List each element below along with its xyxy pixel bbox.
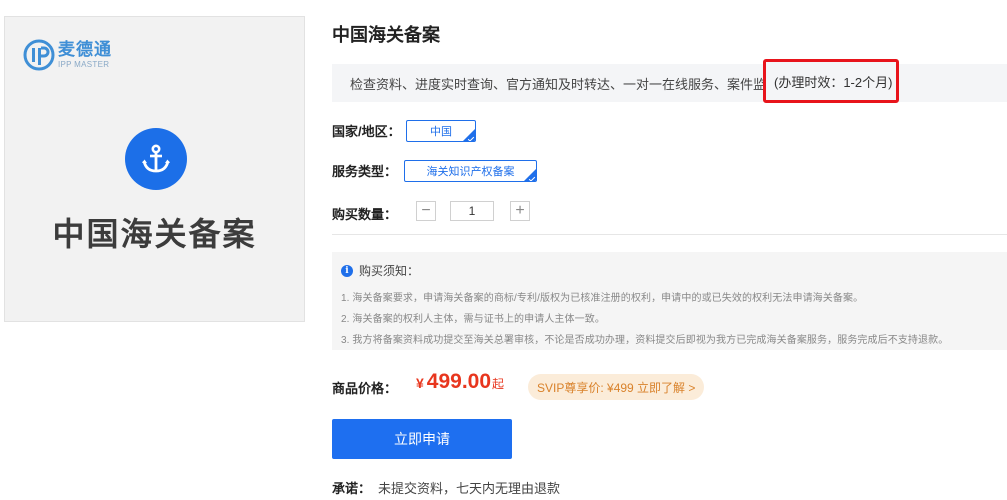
description-text: 检查资料、进度实时查询、官方通知及时转达、一对一在线服务、案件监控 xyxy=(350,76,780,92)
promise-text: 未提交资料，七天内无理由退款 xyxy=(378,481,561,496)
service-type-option[interactable]: 海关知识产权备案 xyxy=(404,160,537,182)
service-type-label: 服务类型： xyxy=(332,164,398,179)
anchor-badge xyxy=(125,128,187,190)
price-suffix: 起 xyxy=(492,377,505,391)
logo-name-cn: 麦德通 xyxy=(58,40,112,59)
product-image: 麦德通 IPP MASTER 中国海关备案 xyxy=(4,16,305,322)
brand-logo: 麦德通 IPP MASTER xyxy=(23,39,112,71)
country-option[interactable]: 中国 xyxy=(406,120,476,142)
logo-name-en: IPP MASTER xyxy=(58,60,110,69)
notice-line: 1. 海关备案要求，申请海关备案的商标/专利/版权为已核准注册的权利，申请中的或… xyxy=(341,293,864,304)
country-label: 国家/地区： xyxy=(332,124,401,139)
page-title: 中国海关备案 xyxy=(332,25,440,45)
price-label: 商品价格： xyxy=(332,381,398,396)
anchor-icon xyxy=(142,144,170,173)
image-title: 中国海关备案 xyxy=(52,216,257,252)
svip-price-link[interactable]: SVIP尊享价: ¥499 立即了解 > xyxy=(528,374,705,400)
quantity-decrease-button[interactable]: − xyxy=(416,201,436,221)
country-value: 中国 xyxy=(430,126,452,138)
quantity-increase-button[interactable]: + xyxy=(510,201,530,221)
apply-now-button[interactable]: 立即申请 xyxy=(332,419,512,459)
processing-time-text: (办理时效：1-2个月) xyxy=(774,74,893,90)
service-type-value: 海关知识产权备案 xyxy=(426,166,515,178)
price-amount: 499.00 xyxy=(426,370,492,393)
price-currency: ¥ xyxy=(416,375,424,391)
ipp-logo-icon xyxy=(23,39,55,71)
promise-label: 承诺： xyxy=(332,481,372,496)
quantity-input[interactable]: 1 xyxy=(450,201,494,221)
notice-heading: 购买须知： xyxy=(359,264,420,278)
product-price: ¥ 499.00 起 xyxy=(416,370,504,394)
processing-time-highlight: (办理时效：1-2个月) xyxy=(763,59,899,103)
service-description: 检查资料、进度实时查询、官方通知及时转达、一对一在线服务、案件监控 xyxy=(332,64,1007,102)
purchase-notice: i 购买须知： 1. 海关备案要求，申请海关备案的商标/专利/版权为已核准注册的… xyxy=(332,252,1007,350)
notice-line: 2. 海关备案的权利人主体，需与证书上的申请人主体一致。 xyxy=(341,314,605,325)
divider xyxy=(332,234,1007,235)
info-icon: i xyxy=(341,264,353,277)
notice-line: 3. 我方将备案资料成功提交至海关总署审核，不论是否成功办理，资料提交后即视为我… xyxy=(341,335,949,346)
quantity-label: 购买数量： xyxy=(332,207,398,222)
